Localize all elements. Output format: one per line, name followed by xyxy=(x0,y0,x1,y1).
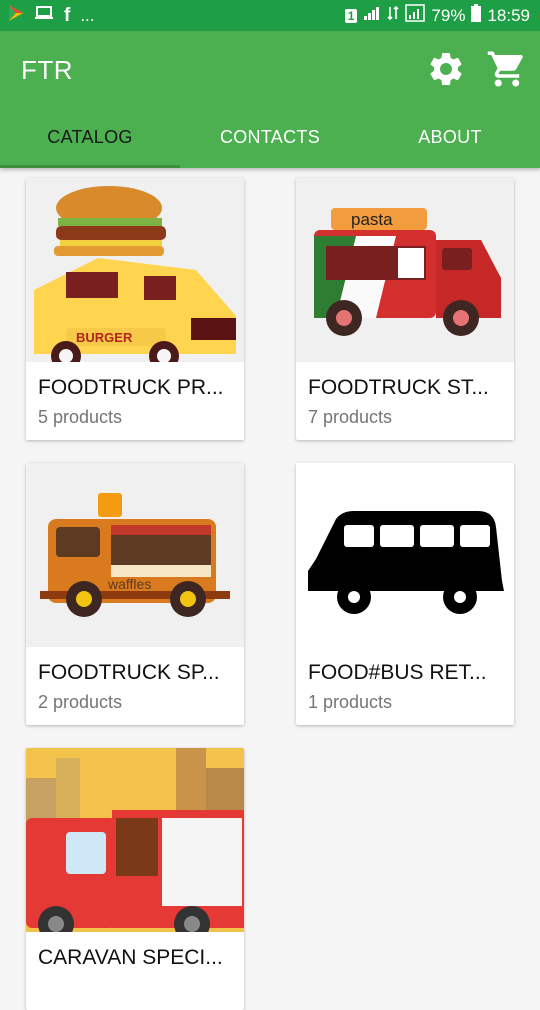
card-count: 1 products xyxy=(308,692,393,712)
card-count: 2 products xyxy=(38,692,123,712)
card-title: FOODTRUCK PR... xyxy=(38,376,224,399)
catalog-card[interactable]: CARAVAN SPECI... xyxy=(26,748,244,1010)
truck-badge-text: pasta xyxy=(351,210,393,229)
tab-about[interactable]: ABOUT xyxy=(360,121,540,168)
tab-catalog[interactable]: CATALOG xyxy=(0,121,180,168)
tab-contacts[interactable]: CONTACTS xyxy=(180,121,360,168)
app-title: FTR xyxy=(21,55,74,85)
laptop-icon xyxy=(34,5,54,26)
data-transfer-icon xyxy=(387,4,399,27)
catalog-card[interactable]: waffles FOODTRUCK SP... 2 products xyxy=(26,463,244,725)
status-bar: f ... 1 79% 18:59 xyxy=(0,0,540,31)
tab-bar: CATALOG CONTACTS ABOUT xyxy=(0,121,540,168)
card-count: 5 products xyxy=(38,407,123,427)
sim-icon: 1 xyxy=(344,8,358,23)
catalog-card[interactable]: BURGER FOODTRUCK PR... 5 products xyxy=(26,178,244,440)
caravan-truck-image xyxy=(26,748,244,932)
battery-percent: 79% xyxy=(431,5,466,25)
battery-icon xyxy=(471,4,482,27)
card-count: 7 products xyxy=(308,407,393,427)
truck-badge-text: BURGER xyxy=(76,330,133,345)
app-bar: FTR CATALOG CONTACTS ABOUT xyxy=(0,31,540,168)
catalog-card[interactable]: FOOD#BUS RET... 1 products xyxy=(296,463,514,725)
cart-icon[interactable] xyxy=(486,48,528,90)
tab-indicator xyxy=(0,165,180,168)
signal-icon-2 xyxy=(405,4,426,27)
more-notifications: ... xyxy=(80,5,95,25)
truck-badge-text: waffles xyxy=(107,576,151,592)
catalog-card[interactable]: pasta FOODTRUCK ST... 7 products xyxy=(296,178,514,440)
facebook-icon: f xyxy=(64,4,71,26)
waffles-truck-image: waffles xyxy=(26,463,244,647)
signal-icon xyxy=(363,5,381,26)
burger-truck-image: BURGER xyxy=(26,178,244,362)
card-title: FOODTRUCK SP... xyxy=(38,661,220,684)
gear-icon[interactable] xyxy=(426,49,466,89)
bus-silhouette-image xyxy=(296,463,514,647)
pasta-truck-image: pasta xyxy=(296,178,514,362)
app-store-icon xyxy=(8,4,24,27)
card-title: FOOD#BUS RET... xyxy=(308,661,487,684)
card-title: CARAVAN SPECI... xyxy=(38,946,223,969)
clock: 18:59 xyxy=(487,5,530,25)
card-title: FOODTRUCK ST... xyxy=(308,376,489,399)
